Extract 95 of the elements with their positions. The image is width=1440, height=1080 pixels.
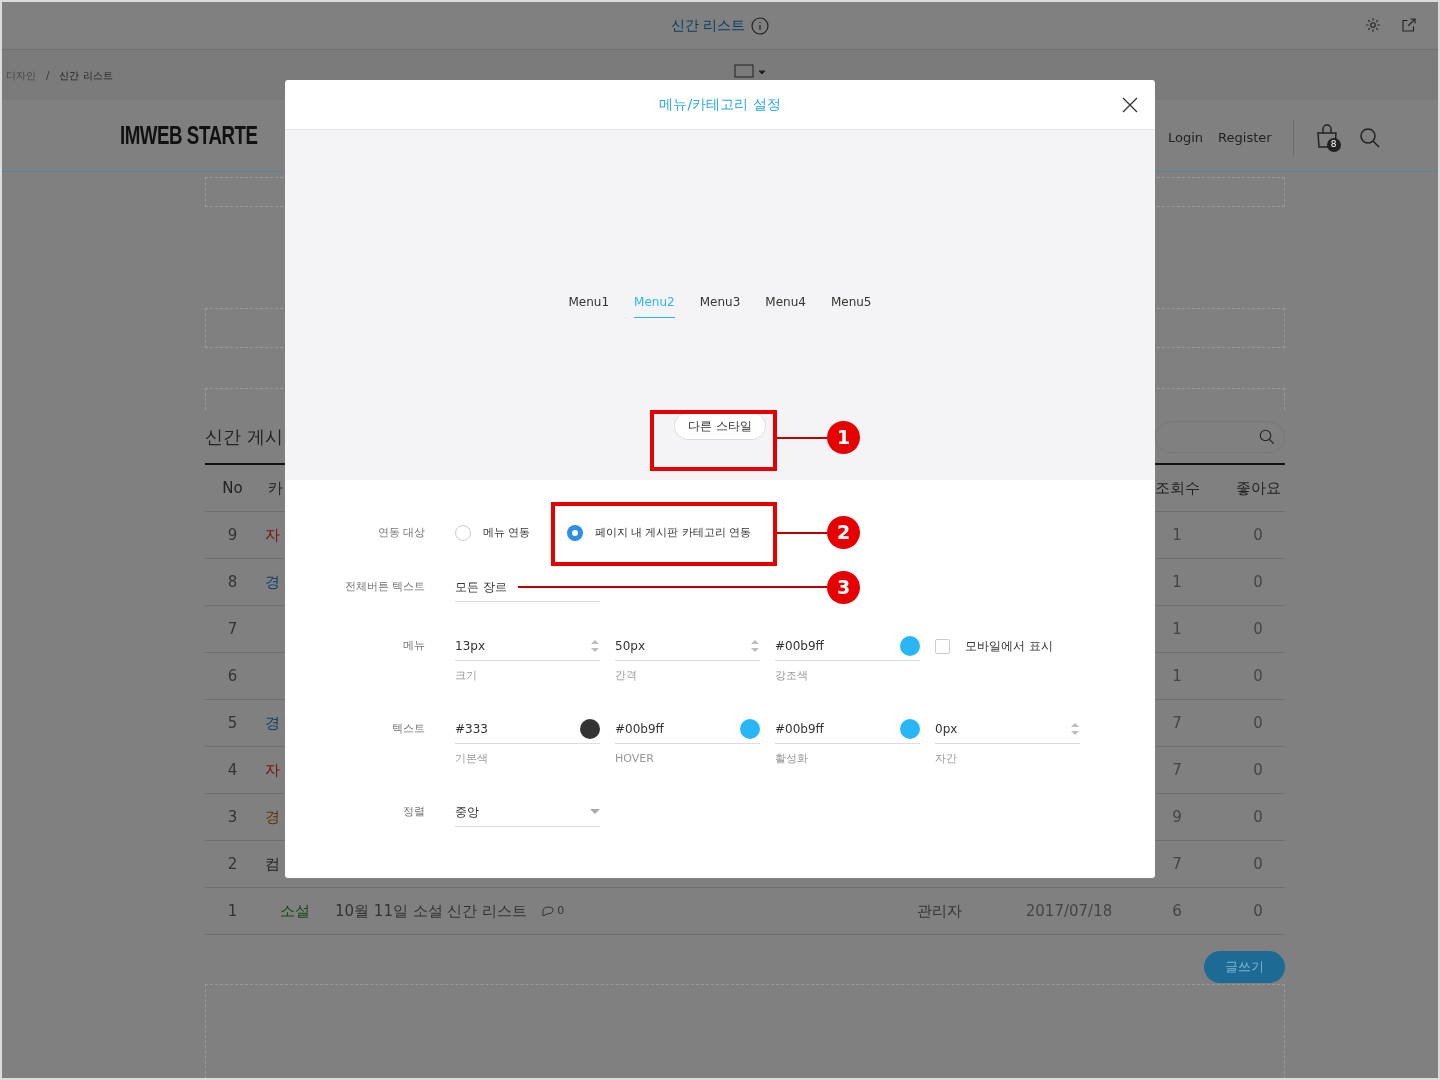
table-cell-text: 7 <box>226 618 239 640</box>
color-swatch[interactable] <box>740 718 760 739</box>
table-cell-text: 1 <box>1171 665 1183 687</box>
setting-label: 메뉴 <box>403 637 425 654</box>
table-cell-text: 6 <box>1171 900 1183 922</box>
breadcrumb-item[interactable]: 신간 리스트 <box>59 67 113 83</box>
table-cell-text: 0 <box>1252 759 1264 781</box>
breadcrumb-separator: / <box>46 68 50 83</box>
table-cell-text: 8 <box>226 571 239 593</box>
column-header: No <box>221 477 244 499</box>
radio-option[interactable]: 메뉴 연동 <box>455 524 531 542</box>
table-cell-text: 관리자 <box>915 900 963 922</box>
table-cell-text: 1 <box>1171 618 1183 640</box>
header-link[interactable]: Register <box>1218 128 1272 148</box>
menu-tab[interactable]: Menu3 <box>699 293 741 318</box>
color-swatch[interactable] <box>900 635 920 656</box>
table-cell-text: 0 <box>1252 712 1264 734</box>
caret-icon <box>590 808 600 815</box>
table-cell-text: 0 <box>1252 900 1264 922</box>
table-cell-text: 2 <box>226 853 239 875</box>
column-header: 조회수 <box>1153 477 1201 499</box>
info-icon[interactable] <box>751 16 770 35</box>
table-cell-text: 6 <box>226 665 239 687</box>
table-cell-text: 1 <box>1171 571 1183 593</box>
stepper-icon[interactable] <box>1070 720 1080 737</box>
header-link[interactable]: Login <box>1168 128 1204 148</box>
board-title: 신간 게시 <box>205 425 283 449</box>
leader-line <box>777 532 827 534</box>
input-field[interactable]: 50px <box>615 631 760 661</box>
settings-icon <box>1364 16 1382 34</box>
table-cell-text: 9 <box>1171 806 1183 828</box>
input-field[interactable]: #00b9ff <box>775 631 920 661</box>
column-header: 카 <box>268 477 283 499</box>
select-field[interactable]: 중앙 <box>455 797 600 827</box>
table-cell-text: 0 <box>1252 806 1264 828</box>
cart-count-badge: 8 <box>1326 138 1341 152</box>
category-tag[interactable]: 컴 <box>265 852 280 876</box>
dialog-title: 메뉴/카테고리 설정 <box>659 95 781 114</box>
input-field[interactable]: #00b9ff <box>615 714 760 744</box>
input-field[interactable]: 0px <box>935 714 1080 744</box>
setting-label: 전체버튼 텍스트 <box>344 578 425 595</box>
checkbox-option[interactable]: 모바일에서 표시 <box>935 631 1053 661</box>
color-swatch[interactable] <box>580 718 600 739</box>
monitor-icon[interactable] <box>732 64 768 80</box>
close-button[interactable] <box>1121 96 1139 114</box>
input-field[interactable]: 13px <box>455 631 600 661</box>
callout-badge: 2 <box>827 516 860 549</box>
color-swatch[interactable] <box>900 718 920 739</box>
table-cell-text: 3 <box>226 806 239 828</box>
style-button[interactable]: 다른 스타일 <box>674 412 766 440</box>
table-cell-text: 0 <box>1252 853 1264 875</box>
callout-badge: 3 <box>827 571 860 604</box>
radio-button[interactable] <box>455 525 471 541</box>
setting-label: 정렬 <box>403 803 425 820</box>
field-caption: 간격 <box>615 669 638 683</box>
menu-tab[interactable]: Menu4 <box>765 293 806 318</box>
table-cell-text: 0 <box>1252 524 1264 546</box>
table-cell-text: 5 <box>226 712 239 734</box>
leader-line <box>777 437 827 439</box>
menu-tab[interactable]: Menu1 <box>568 293 610 318</box>
column-header: 좋아요 <box>1234 477 1282 499</box>
field-caption: 자간 <box>935 752 958 766</box>
comment-icon <box>541 905 556 917</box>
input-field[interactable]: #00b9ff <box>775 714 920 744</box>
input-field[interactable]: #333 <box>455 714 600 744</box>
table-cell-text: 7 <box>1171 712 1183 734</box>
search-icon <box>1258 427 1276 446</box>
table-cell-text: 1 <box>226 900 239 922</box>
setting-label: 텍스트 <box>392 720 425 737</box>
table-cell-text: 9 <box>226 524 239 546</box>
setting-label: 연동 대상 <box>377 524 425 541</box>
table-cell-text: 2017/07/18 <box>1024 900 1114 922</box>
table-cell-text: 0 <box>1252 618 1264 640</box>
field-caption: HOVER <box>615 752 655 766</box>
table-cell-text: 7 <box>1171 853 1183 875</box>
radio-button[interactable] <box>566 525 583 541</box>
table-cell-text: 0 <box>1252 571 1264 593</box>
table-cell-text: 1 <box>1171 524 1183 546</box>
search-icon <box>1357 126 1382 150</box>
table-cell-text: 0 <box>1252 665 1264 687</box>
field-caption: 활성화 <box>775 752 809 766</box>
stepper-icon[interactable] <box>750 637 760 654</box>
menu-tab[interactable]: Menu5 <box>830 293 872 318</box>
stepper-icon[interactable] <box>590 637 600 654</box>
checkbox[interactable] <box>935 638 950 654</box>
comment-count: 0 <box>557 902 565 919</box>
table-cell-text: 4 <box>226 759 239 781</box>
site-logo[interactable]: IMWEB STARTE <box>120 116 258 155</box>
page-title: 신간 리스트 <box>670 16 746 35</box>
field-caption: 기본색 <box>455 752 489 766</box>
external-link-icon <box>1400 16 1418 34</box>
radio-option[interactable]: 페이지 내 게시판 카테고리 연동 <box>566 524 752 542</box>
table-cell-text: 7 <box>1171 759 1183 781</box>
field-caption: 크기 <box>455 669 478 683</box>
field-caption: 강조색 <box>775 669 809 683</box>
